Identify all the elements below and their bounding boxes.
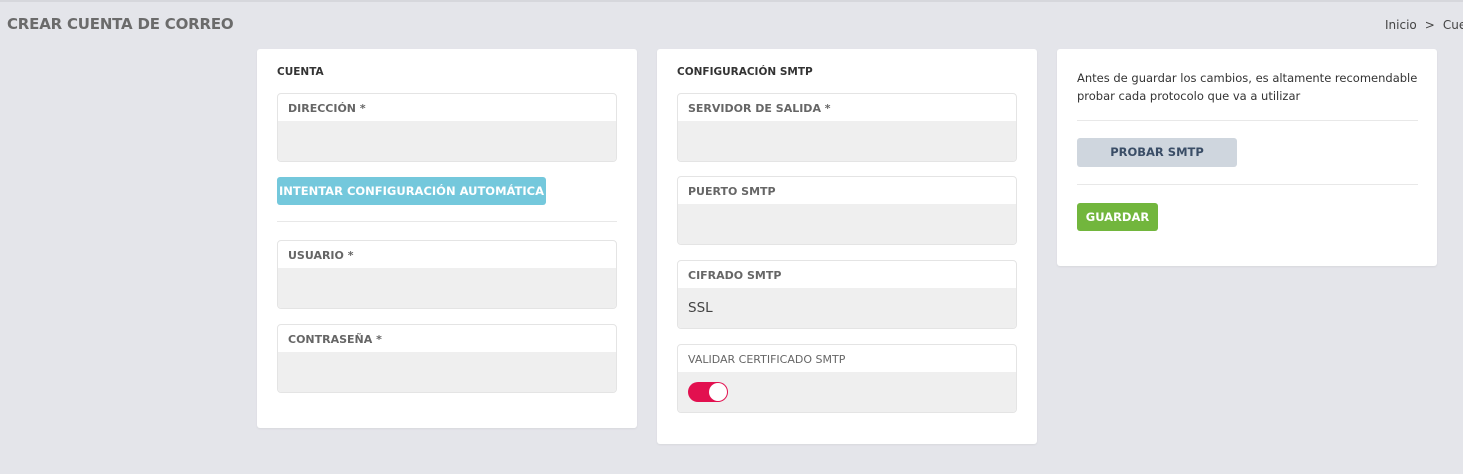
smtp-server-input[interactable]	[678, 121, 1016, 161]
actions-divider-top	[1077, 120, 1418, 121]
address-label: DIRECCIÓN *	[288, 102, 366, 115]
smtp-port-input[interactable]	[678, 204, 1016, 244]
password-input[interactable]	[278, 352, 616, 392]
account-card-title: CUENTA	[277, 66, 324, 78]
smtp-encryption-select[interactable]	[678, 288, 1016, 328]
smtp-server-label: SERVIDOR DE SALIDA *	[688, 102, 831, 115]
validate-cert-field: VALIDAR CERTIFICADO SMTP	[677, 344, 1017, 413]
smtp-encryption-field: CIFRADO SMTP	[677, 260, 1017, 329]
account-card: CUENTA DIRECCIÓN * INTENTAR CONFIGURACIÓ…	[257, 49, 637, 428]
page-title: CREAR CUENTA DE CORREO	[7, 15, 234, 33]
user-label: USUARIO *	[288, 249, 354, 262]
user-input[interactable]	[278, 268, 616, 308]
smtp-card: CONFIGURACIÓN SMTP SERVIDOR DE SALIDA * …	[657, 49, 1037, 444]
smtp-server-field: SERVIDOR DE SALIDA *	[677, 93, 1017, 162]
actions-card: Antes de guardar los cambios, es altamen…	[1057, 49, 1437, 266]
validate-cert-label: VALIDAR CERTIFICADO SMTP	[688, 353, 846, 366]
breadcrumb: Inicio > Cuer	[1385, 18, 1463, 32]
smtp-port-label: PUERTO SMTP	[688, 185, 776, 198]
top-border	[0, 0, 1463, 2]
smtp-port-field: PUERTO SMTP	[677, 176, 1017, 245]
breadcrumb-home-link[interactable]: Inicio	[1385, 18, 1417, 32]
smtp-card-title: CONFIGURACIÓN SMTP	[677, 66, 813, 78]
smtp-encryption-label: CIFRADO SMTP	[688, 269, 782, 282]
validate-cert-toggle[interactable]	[688, 382, 728, 402]
validate-cert-toggle-area	[678, 372, 1016, 412]
actions-divider-bottom	[1077, 184, 1418, 185]
account-divider	[277, 221, 617, 222]
breadcrumb-current: Cuer	[1442, 18, 1463, 32]
test-recommendation-note: Antes de guardar los cambios, es altamen…	[1077, 71, 1418, 103]
password-field: CONTRASEÑA *	[277, 324, 617, 393]
test-smtp-button[interactable]: PROBAR SMTP	[1077, 138, 1237, 167]
address-input[interactable]	[278, 121, 616, 161]
toggle-knob	[709, 383, 727, 401]
auto-config-button[interactable]: INTENTAR CONFIGURACIÓN AUTOMÁTICA	[277, 177, 546, 205]
password-label: CONTRASEÑA *	[288, 333, 382, 346]
breadcrumb-separator: >	[1424, 18, 1435, 32]
user-field: USUARIO *	[277, 240, 617, 309]
save-button[interactable]: GUARDAR	[1077, 203, 1158, 231]
address-field: DIRECCIÓN *	[277, 93, 617, 162]
